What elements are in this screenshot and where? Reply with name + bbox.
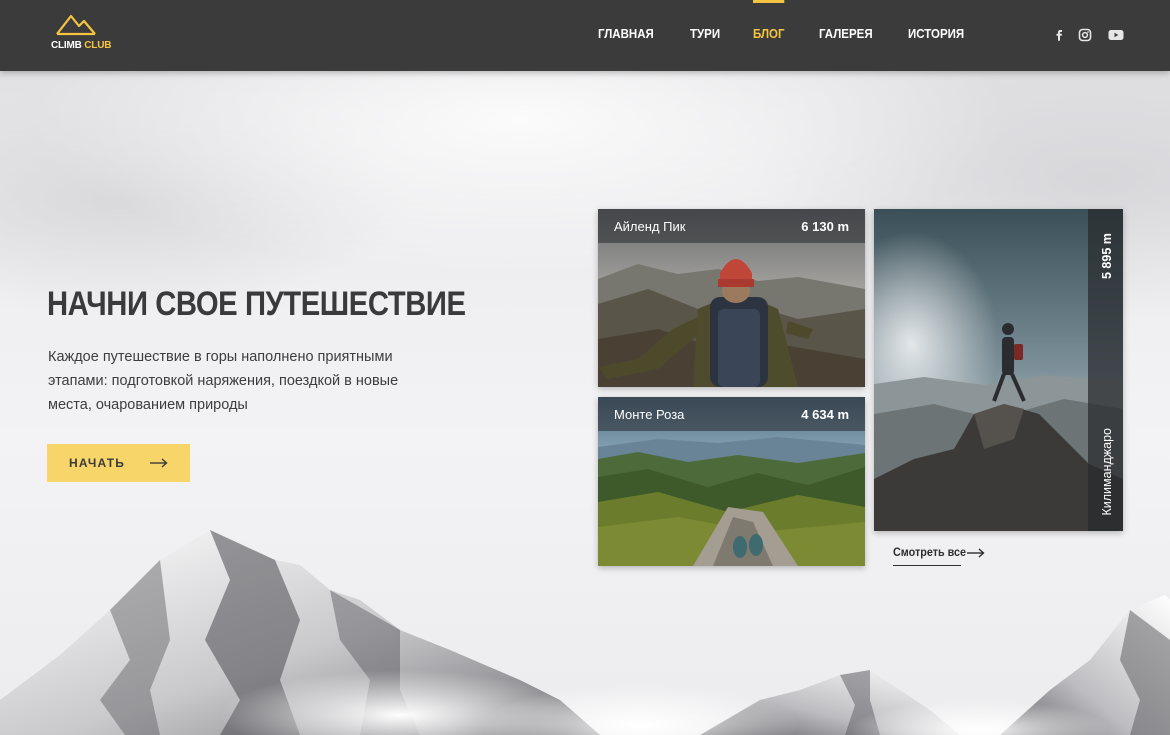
site-header: CLIMB CLUB ГЛАВНАЯ ТУРИ БЛОГ ГАЛЕРЕЯ ИСТ…	[0, 0, 1170, 71]
nav-item-blog[interactable]: БЛОГ	[753, 0, 786, 41]
card-title: Айленд Пик	[614, 219, 686, 234]
see-all-underline	[893, 565, 961, 566]
card-title: Монте Роза	[614, 407, 685, 422]
tour-card-monte-rosa[interactable]: Монте Роза 4 634 m	[598, 397, 865, 566]
card-altitude: 6 130 m	[801, 219, 849, 234]
hero-title: НАЧНИ СВОЕ ПУТЕШЕСТВИЕ	[47, 285, 466, 323]
nav-item-history[interactable]: ИСТОРИЯ	[908, 27, 964, 41]
youtube-icon[interactable]	[1107, 28, 1125, 42]
nav-item-gallery[interactable]: ГАЛЕРЕЯ	[819, 27, 873, 41]
hero-description: Каждое путешествие в горы наполнено прия…	[48, 349, 399, 413]
nav-item-home[interactable]: ГЛАВНАЯ	[598, 27, 654, 41]
nav-item-tours[interactable]: ТУРИ	[690, 27, 720, 41]
mountain-icon	[56, 14, 96, 36]
logo-text: CLIMB CLUB	[51, 40, 111, 51]
card-title: Килиманджаро	[1100, 427, 1114, 516]
card-photo	[874, 209, 1123, 531]
tour-card-kilimanjaro[interactable]: 5 895 m Килиманджаро	[874, 209, 1123, 531]
arrow-right-icon[interactable]	[967, 548, 985, 558]
logo[interactable]: CLIMB CLUB	[51, 12, 111, 56]
main-nav: ГЛАВНАЯ ТУРИ БЛОГ ГАЛЕРЕЯ ИСТОРИЯ	[598, 0, 1000, 41]
facebook-icon[interactable]	[1051, 28, 1067, 42]
start-button-label: НАЧАТЬ	[69, 456, 126, 470]
arrow-right-icon	[150, 458, 168, 468]
instagram-icon[interactable]	[1077, 28, 1093, 42]
start-button[interactable]: НАЧАТЬ	[47, 444, 190, 482]
card-altitude: 5 895 m	[1100, 233, 1114, 279]
tour-card-island-peak[interactable]: Айленд Пик 6 130 m	[598, 209, 865, 387]
card-altitude: 4 634 m	[801, 407, 849, 422]
logo-text-main: CLIMB	[51, 40, 82, 51]
see-all-link[interactable]: Смотреть все	[893, 545, 966, 559]
logo-text-accent: CLUB	[84, 40, 112, 51]
